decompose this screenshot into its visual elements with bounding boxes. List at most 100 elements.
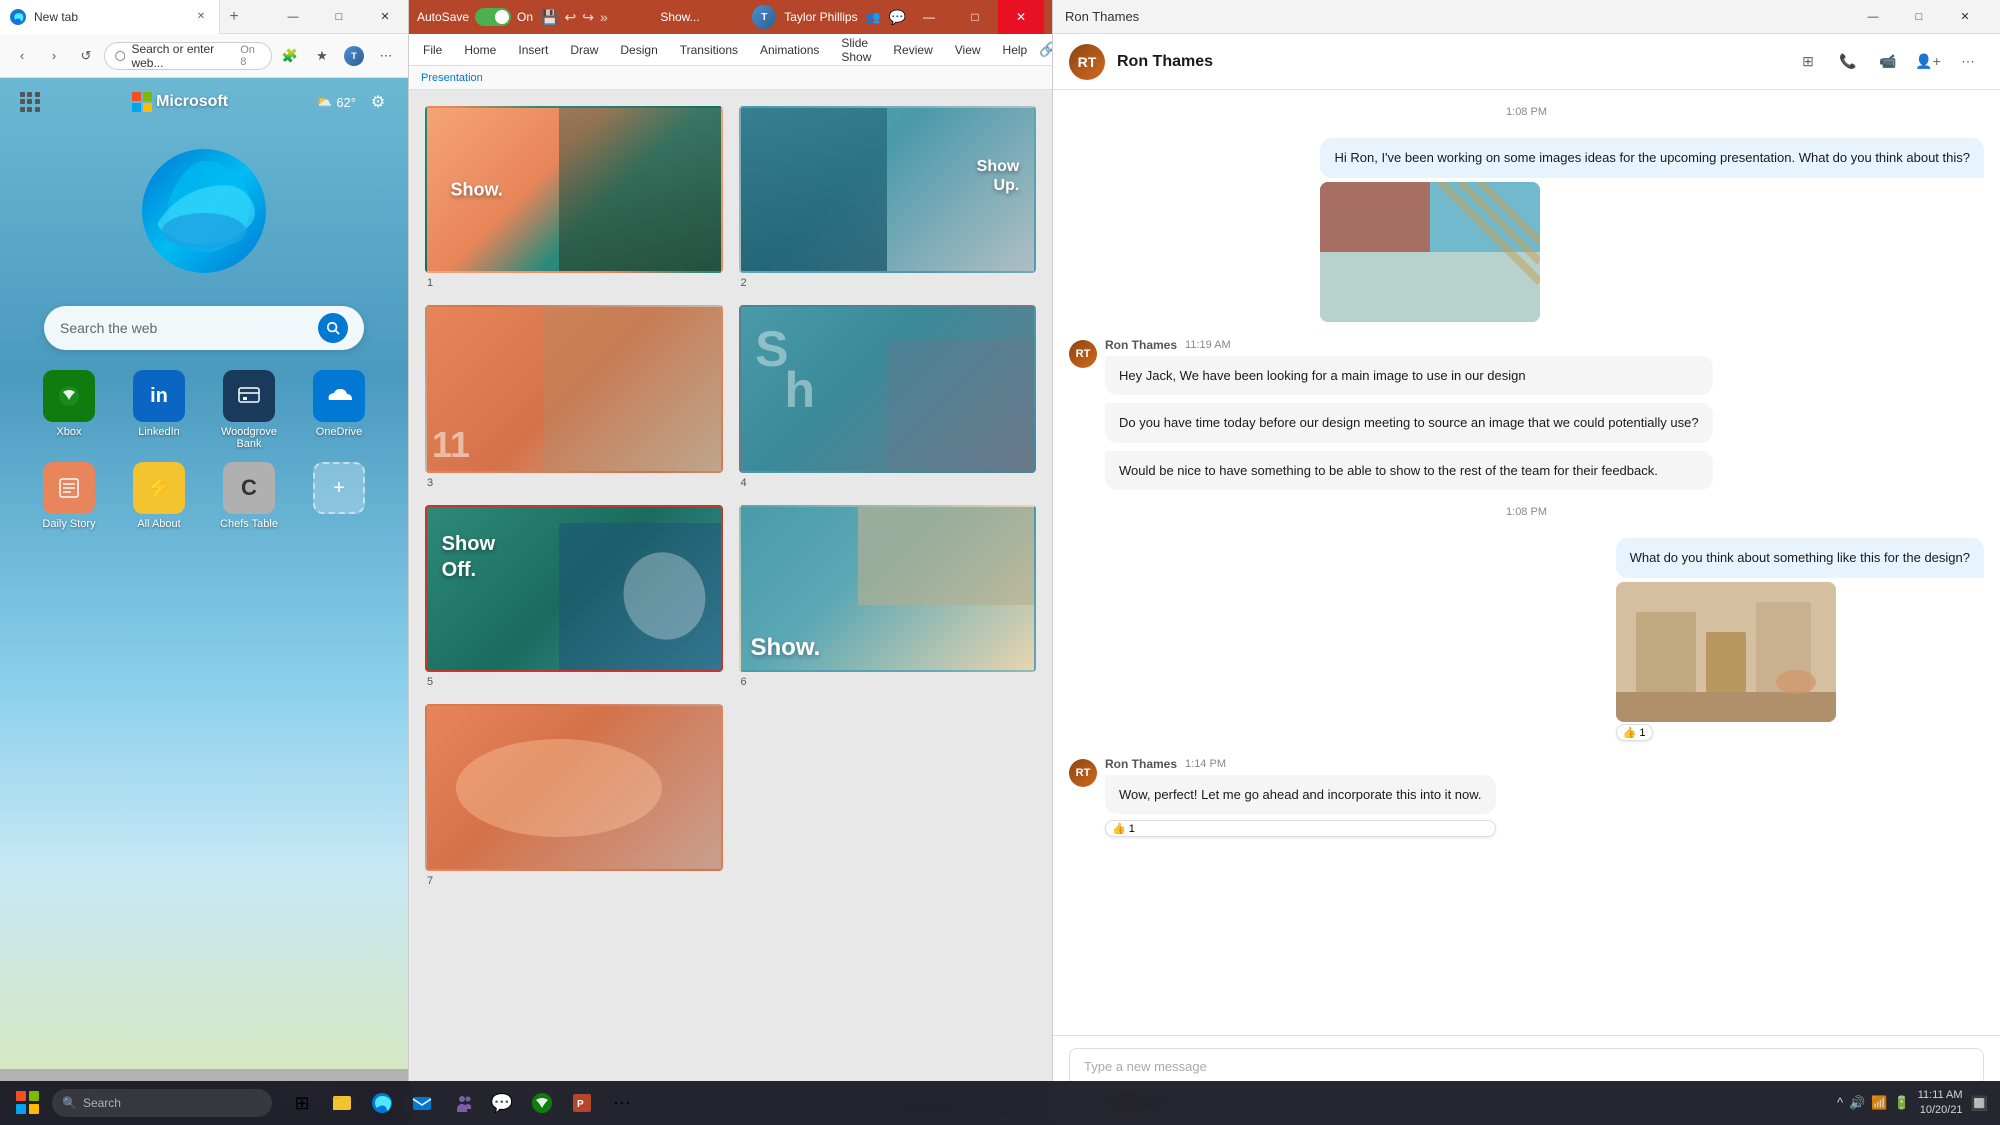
app-icon-chefstable[interactable]: C Chefs Table — [210, 462, 288, 530]
breadcrumb-link[interactable]: Presentation — [421, 72, 483, 84]
search-placeholder: Search the web — [60, 320, 308, 336]
search-bar[interactable]: Search the web — [44, 306, 364, 350]
profile-button[interactable]: T — [340, 42, 368, 70]
video-call-button[interactable]: 📹 — [1872, 46, 1904, 78]
menu-view[interactable]: View — [945, 39, 991, 61]
more-options-button[interactable]: ⋯ — [372, 42, 400, 70]
linkedin-label: LinkedIn — [138, 426, 180, 438]
app-icon-linkedin[interactable]: in LinkedIn — [120, 370, 198, 450]
ppt-slides-area[interactable]: Show. 1 ShowUp. 2 — [409, 90, 1052, 1089]
taskbar-widgets[interactable]: ⊞ — [284, 1085, 320, 1121]
favorites-button[interactable]: ★ — [308, 42, 336, 70]
maximize-button[interactable]: □ — [316, 0, 362, 34]
app-icon-add[interactable]: + _ — [300, 462, 378, 530]
taskbar-edge[interactable] — [364, 1085, 400, 1121]
apps-grid-icon[interactable] — [16, 88, 44, 116]
slide-1-number: 1 — [425, 277, 723, 289]
network-icon[interactable]: 📶 — [1871, 1095, 1887, 1111]
tab-close-button[interactable]: ✕ — [193, 9, 209, 25]
call-button[interactable]: 📞 — [1832, 46, 1864, 78]
search-button[interactable] — [318, 313, 348, 343]
app-icon-dailystory[interactable]: Daily Story — [30, 462, 108, 530]
forward-button[interactable]: › — [40, 42, 68, 70]
battery-icon[interactable]: 🔋 — [1894, 1095, 1910, 1111]
taskbar-clock[interactable]: 11:11 AM 10/20/21 — [1918, 1088, 1963, 1119]
extensions-button[interactable]: 🧩 — [276, 42, 304, 70]
undo-icon[interactable]: ↩ — [565, 9, 577, 26]
taskbar-teams[interactable] — [444, 1085, 480, 1121]
address-bar[interactable]: Search or enter web... On 8 — [104, 42, 272, 70]
screen-share-button[interactable]: ⊞ — [1792, 46, 1824, 78]
autosave-toggle[interactable] — [475, 8, 511, 26]
save-icon[interactable]: 💾 — [541, 9, 558, 26]
browser-tab[interactable]: New tab ✕ — [0, 0, 220, 34]
ppt-minimize-btn[interactable]: — — [906, 0, 952, 34]
menu-draw[interactable]: Draw — [560, 39, 608, 61]
volume-icon[interactable]: 🔊 — [1849, 1095, 1865, 1111]
menu-transitions[interactable]: Transitions — [670, 39, 748, 61]
slide-item-3[interactable]: 11 3 — [425, 305, 723, 488]
more-actions-button[interactable]: ⋯ — [1952, 46, 1984, 78]
msg-3-bubble: What do you think about something like t… — [1616, 538, 1984, 578]
browser-titlebar: New tab ✕ + — □ ✕ — [0, 0, 408, 34]
add-people-button[interactable]: 👤+ — [1912, 46, 1944, 78]
minimize-button[interactable]: — — [270, 0, 316, 34]
app-icon-onedrive[interactable]: OneDrive — [300, 370, 378, 450]
slide-item-7[interactable]: 7 — [425, 704, 723, 887]
app-icons-grid: Xbox in LinkedIn Woodgrove Bank OneDrive — [0, 350, 408, 550]
menu-help[interactable]: Help — [993, 39, 1038, 61]
chat-maximize-btn[interactable]: □ — [1896, 0, 1942, 34]
menu-slideshow[interactable]: Slide Show — [831, 32, 881, 68]
slide4-text: S — [755, 324, 788, 374]
menu-home[interactable]: Home — [454, 39, 506, 61]
menu-file[interactable]: File — [413, 39, 452, 61]
new-tab-button[interactable]: + — [220, 3, 248, 31]
chat-input[interactable]: Type a new message — [1069, 1048, 1984, 1085]
browser-content: Microsoft ⛅ 62° ⚙ — [0, 78, 408, 1069]
slide-item-1[interactable]: Show. 1 — [425, 106, 723, 289]
chat-close-btn[interactable]: ✕ — [1942, 0, 1988, 34]
chat-minimize-btn[interactable]: — — [1850, 0, 1896, 34]
back-button[interactable]: ‹ — [8, 42, 36, 70]
menu-design[interactable]: Design — [610, 39, 667, 61]
slide-item-5[interactable]: ShowOff. 5 — [425, 505, 723, 688]
taskbar-more[interactable]: ⋯ — [604, 1085, 640, 1121]
menu-insert[interactable]: Insert — [508, 39, 558, 61]
slide-item-6[interactable]: Show. 6 — [739, 505, 1037, 688]
system-tray-expand[interactable]: ^ — [1837, 1095, 1843, 1111]
refresh-button[interactable]: ↺ — [72, 42, 100, 70]
ppt-maximize-btn[interactable]: □ — [952, 0, 998, 34]
add-icon[interactable]: + — [313, 462, 365, 514]
taskbar-xbox[interactable] — [524, 1085, 560, 1121]
start-button[interactable] — [12, 1087, 44, 1119]
settings-button[interactable]: ⚙ — [364, 88, 392, 116]
slide-item-2[interactable]: ShowUp. 2 — [739, 106, 1037, 289]
notification-icon[interactable]: 🔲 — [1971, 1095, 1988, 1112]
slide6-text: Show. — [741, 634, 1035, 662]
app-icon-xbox[interactable]: Xbox — [30, 370, 108, 450]
contact-avatar: RT — [1069, 44, 1105, 80]
on8-label: On 8 — [240, 44, 261, 68]
app-icon-woodgrove[interactable]: Woodgrove Bank — [210, 370, 288, 450]
close-button[interactable]: ✕ — [362, 0, 408, 34]
taskbar-search[interactable]: 🔍 Search — [52, 1089, 272, 1117]
slide-item-4[interactable]: S h 4 — [739, 305, 1037, 488]
redo-icon[interactable]: ↪ — [582, 9, 594, 26]
msg-1-img-content — [1320, 182, 1540, 322]
taskbar-mail[interactable] — [404, 1085, 440, 1121]
msg-3-reaction: 👍 1 — [1616, 724, 1653, 741]
taskbar-powerpoint[interactable]: P — [564, 1085, 600, 1121]
taskbar-explorer[interactable] — [324, 1085, 360, 1121]
onedrive-icon — [313, 370, 365, 422]
ppt-close-btn[interactable]: ✕ — [998, 0, 1044, 34]
msg-time-1: 1:08 PM — [1069, 106, 1984, 118]
comments-icon[interactable]: 💬 — [889, 9, 906, 26]
browser-window-controls: — □ ✕ — [270, 0, 408, 34]
menu-review[interactable]: Review — [883, 39, 942, 61]
taskbar-chat[interactable]: 💬 — [484, 1085, 520, 1121]
app-icon-allabout[interactable]: ⚡ All About — [120, 462, 198, 530]
menu-animations[interactable]: Animations — [750, 39, 829, 61]
slide-3-number: 3 — [425, 477, 723, 489]
slide-7-number: 7 — [425, 875, 723, 887]
more-tools-icon[interactable]: » — [600, 9, 608, 26]
